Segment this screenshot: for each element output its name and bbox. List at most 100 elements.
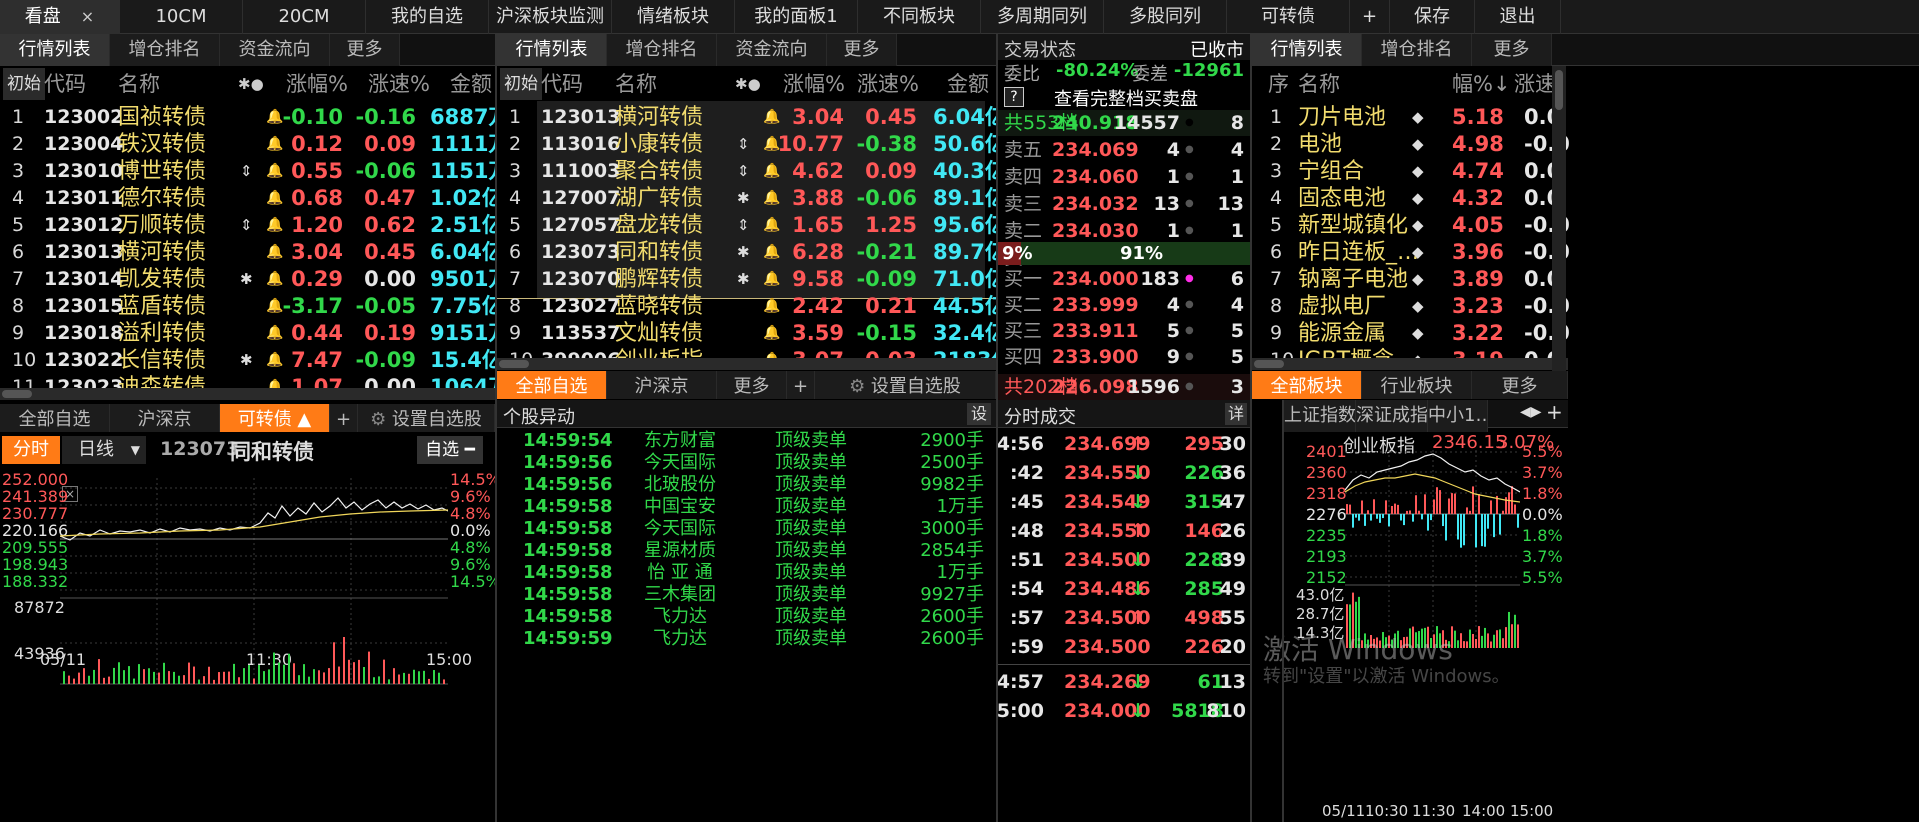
top-tab-2[interactable]: 20CM	[243, 0, 366, 34]
help-icon[interactable]: ?	[1004, 87, 1024, 107]
orderbook-row[interactable]: 卖四 234.060 1 ● 1	[998, 164, 1250, 190]
alert-row[interactable]: 14:59:59 飞力达 顶级卖单 2600手	[497, 628, 996, 650]
orderbook-row[interactable]: 卖五 234.069 4 ● 4	[998, 137, 1250, 163]
header-amt[interactable]: 金额	[450, 68, 492, 100]
header-code[interactable]: 代码	[44, 68, 86, 100]
tab-sc-tabs-1[interactable]: 增仓排名	[1362, 34, 1472, 66]
tab-lq-tabs-2[interactable]: 资金流向	[220, 34, 330, 66]
horizontal-scrollbar[interactable]	[0, 388, 495, 400]
tab-lb-tabs-1[interactable]: 沪深京	[110, 404, 220, 432]
tab-mb-tabs-2[interactable]: 更多	[717, 371, 787, 399]
top-tab-12[interactable]: 保存	[1390, 0, 1475, 34]
add-index-button[interactable]: +	[1546, 400, 1563, 424]
tab-sb-tabs-0[interactable]: 全部板块	[1252, 371, 1362, 399]
top-tab-5[interactable]: 情绪板块	[612, 0, 735, 34]
header-name[interactable]: 名称	[118, 68, 160, 100]
top-tab-6[interactable]: 我的面板1	[735, 0, 858, 34]
index-price-label: 2235	[1306, 526, 1347, 545]
full-book-link[interactable]: 查看完整档买卖盘	[1054, 85, 1198, 111]
header-speed[interactable]: 涨速	[1514, 68, 1556, 100]
header-name[interactable]: 名称	[615, 68, 657, 100]
tab-mb-tabs-0[interactable]: 全部自选	[497, 371, 607, 399]
orderbook-row[interactable]: 卖二 234.030 1 ● 1	[998, 218, 1250, 244]
middle-quote-tabs: 行情列表 增仓排名 资金流向 更多	[497, 34, 996, 66]
alert-row[interactable]: 14:59:58 怡 亚 通 顶级卖单 1万手	[497, 562, 996, 584]
horizontal-scrollbar[interactable]	[497, 358, 996, 370]
alert-row[interactable]: 14:59:58 今天国际 顶级卖单 3000手	[497, 518, 996, 540]
level-volume: 183	[1140, 268, 1180, 290]
alerts-settings-button[interactable]: 设	[967, 403, 991, 425]
dot-icon: ●	[1185, 198, 1194, 209]
orderbook-row[interactable]: 共202档 226.098 1596 ● 3	[998, 374, 1250, 400]
tab-mb-tabs-3[interactable]: +	[787, 371, 815, 399]
dot-icon: ●	[1185, 117, 1194, 128]
orderbook-row[interactable]: 买一 234.000 183 ● 6	[998, 266, 1250, 292]
tab-mq-tabs-0[interactable]: 行情列表	[497, 34, 607, 66]
orderbook-row[interactable]: 买三 233.911 5 ● 5	[998, 318, 1250, 344]
tab-ix-tabs-0[interactable]: 上证指数	[1284, 400, 1356, 432]
chart-name: 同和转债	[230, 440, 314, 464]
top-tab-3[interactable]: 我的自选	[366, 0, 489, 34]
header-chg[interactable]: 涨幅%	[286, 68, 348, 100]
header-mark[interactable]: ✱●	[735, 68, 761, 100]
vertical-scrollbar[interactable]	[1552, 66, 1566, 371]
top-tab-4[interactable]: 沪深板块监测	[489, 0, 612, 34]
header-speed[interactable]: 涨速%	[368, 68, 430, 100]
alert-row[interactable]: 14:59:58 三木集团 顶级卖单 9927手	[497, 584, 996, 606]
alert-row[interactable]: 14:59:56 今天国际 顶级卖单 2500手	[497, 452, 996, 474]
tab-lq-tabs-3[interactable]: 更多	[330, 34, 400, 66]
top-tab-11[interactable]: +	[1350, 0, 1390, 34]
index-nav-arrows[interactable]: ◀▶	[1520, 404, 1542, 420]
tab-lq-tabs-0[interactable]: 行情列表	[0, 34, 110, 66]
tab-mb-tabs-1[interactable]: 沪深京	[607, 371, 717, 399]
orderbook-row[interactable]: 买四 233.900 9 ● 5	[998, 344, 1250, 370]
tab-label: 设置自选股	[391, 409, 482, 430]
tab-mb-tabs-4[interactable]: ⚙ 设置自选股	[815, 371, 996, 399]
tab-mq-tabs-2[interactable]: 资金流向	[717, 34, 827, 66]
header-speed[interactable]: 涨速%	[857, 68, 919, 100]
orderbook-row[interactable]: 买二 233.999 4 ● 4	[998, 292, 1250, 318]
alert-row[interactable]: 14:59:58 星源材质 顶级卖单 2854手	[497, 540, 996, 562]
init-sort-button[interactable]: 初始	[500, 68, 542, 100]
tab-ix-tabs-2[interactable]: 中小1…	[1428, 400, 1488, 432]
horizontal-scrollbar[interactable]	[1252, 358, 1568, 370]
tab-mq-tabs-3[interactable]: 更多	[827, 34, 897, 66]
header-chg[interactable]: 幅%↓	[1452, 68, 1511, 100]
tab-sb-tabs-2[interactable]: 更多	[1472, 371, 1568, 399]
header-mark[interactable]: ✱●	[238, 68, 264, 100]
tab-sc-tabs-2[interactable]: 更多	[1472, 34, 1552, 66]
top-tab-1[interactable]: 10CM	[120, 0, 243, 34]
add-watchlist-button[interactable]: 自选 ━	[417, 436, 483, 464]
init-sort-button[interactable]: 初始	[3, 68, 45, 100]
header-code[interactable]: 代码	[541, 68, 583, 100]
top-tab-0[interactable]: 看盘 ×	[0, 0, 120, 34]
header-name[interactable]: 名称	[1298, 68, 1340, 100]
top-tab-8[interactable]: 多周期同列	[981, 0, 1104, 34]
ticks-detail-button[interactable]: 详	[1225, 403, 1247, 425]
tab-mq-tabs-1[interactable]: 增仓排名	[607, 34, 717, 66]
top-tab-7[interactable]: 不同板块	[858, 0, 981, 34]
tab-sc-tabs-0[interactable]: 行情列表	[1252, 34, 1362, 66]
tab-sb-tabs-1[interactable]: 行业板块	[1362, 371, 1472, 399]
orderbook-row[interactable]: 共553档 240.918 14557 ● 8	[998, 110, 1250, 136]
orderbook-row[interactable]: 卖三 234.032 13 ● 13	[998, 191, 1250, 217]
top-tab-13[interactable]: 退出	[1475, 0, 1561, 34]
tab-daily[interactable]: 日线 ▼	[62, 436, 146, 464]
close-icon[interactable]: ×	[81, 7, 94, 26]
top-tab-10[interactable]: 可转债	[1227, 0, 1350, 34]
tab-lq-tabs-1[interactable]: 增仓排名	[110, 34, 220, 66]
tab-lb-tabs-2[interactable]: 可转债 ▲	[220, 404, 330, 432]
top-tab-9[interactable]: 多股同列	[1104, 0, 1227, 34]
header-chg[interactable]: 涨幅%	[783, 68, 845, 100]
tab-lb-tabs-3[interactable]: +	[330, 404, 358, 432]
tab-intraday[interactable]: 分时	[2, 436, 60, 464]
tab-ix-tabs-1[interactable]: 深证成指	[1356, 400, 1428, 432]
tab-lb-tabs-0[interactable]: 全部自选	[0, 404, 110, 432]
alert-row[interactable]: 14:59:54 东方财富 顶级卖单 2900手	[497, 430, 996, 452]
alert-row[interactable]: 14:59:58 飞力达 顶级卖单 2600手	[497, 606, 996, 628]
tab-lb-tabs-4[interactable]: ⚙ 设置自选股	[358, 404, 495, 432]
header-amt[interactable]: 金额	[947, 68, 989, 100]
alert-row[interactable]: 14:59:58 中国宝安 顶级卖单 1万手	[497, 496, 996, 518]
header-index[interactable]: 序	[1268, 68, 1289, 100]
alert-row[interactable]: 14:59:56 北玻股份 顶级卖单 9982手	[497, 474, 996, 496]
